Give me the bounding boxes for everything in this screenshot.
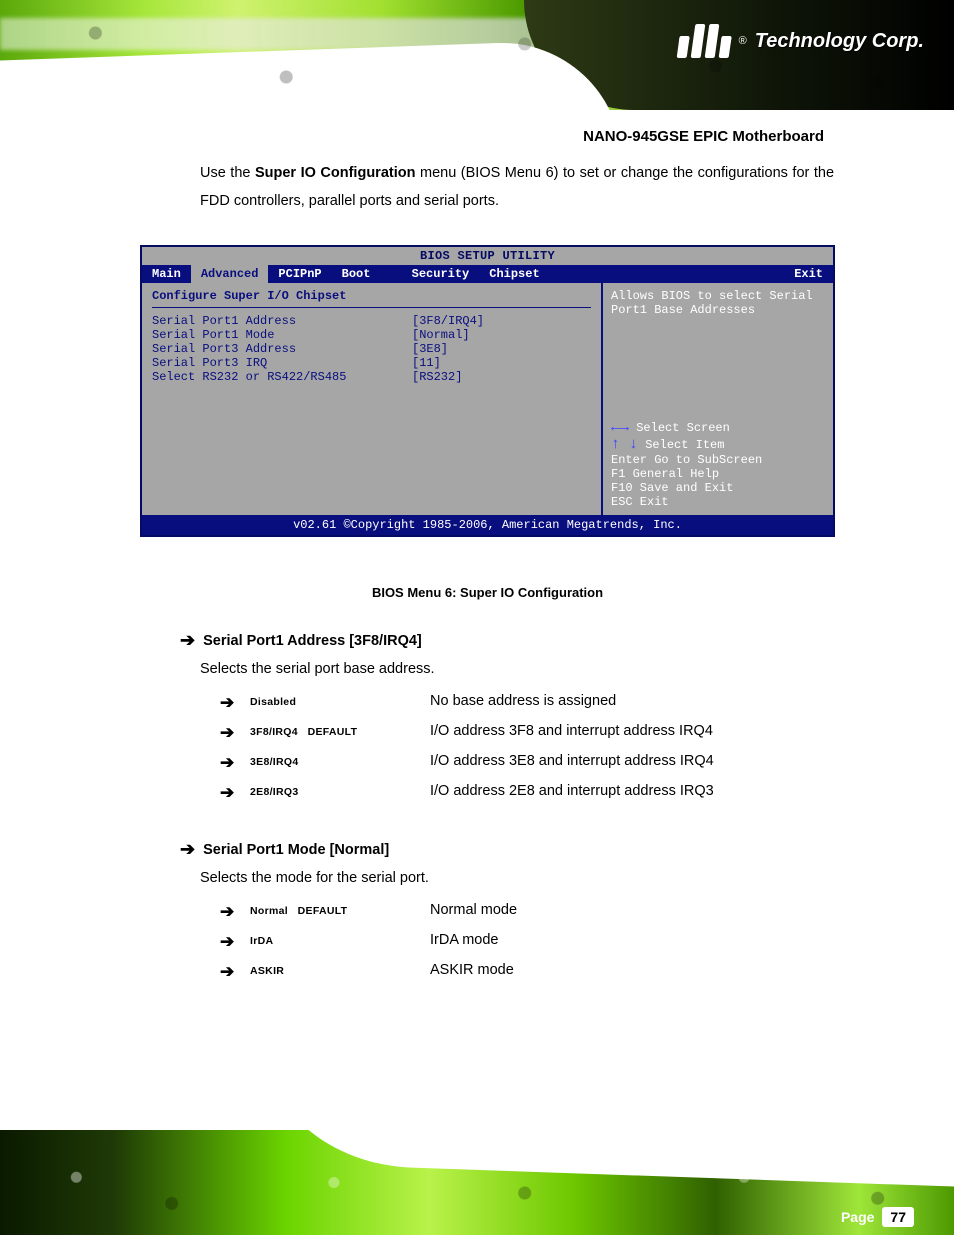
bottom-white-curve: [262, 1130, 954, 1188]
bios-item-value: [3E8]: [412, 342, 448, 356]
bios-item-label: Select RS232 or RS422/RS485: [152, 370, 412, 384]
intro-paragraph: Use the Super IO Configuration menu (BIO…: [200, 160, 834, 215]
option-name: 2E8/IRQ3: [250, 783, 430, 798]
bios-divider: [152, 307, 591, 308]
bios-item-row[interactable]: Serial Port3 IRQ [11]: [152, 356, 591, 370]
arrow-right-icon: ➔: [220, 902, 250, 922]
option-heading-text: Serial Port1 Address [3F8/IRQ4]: [203, 633, 422, 649]
bios-item-row[interactable]: Serial Port1 Address [3F8/IRQ4]: [152, 314, 591, 328]
intro-prefix: Use the: [200, 165, 255, 181]
option-desc: ASKIR mode: [430, 962, 514, 978]
iei-logo-icon: [676, 24, 733, 58]
page-label: Page: [841, 1209, 874, 1225]
option-heading: ➔ Serial Port1 Mode [Normal]: [180, 839, 834, 860]
arrow-right-icon: ➔: [220, 753, 250, 773]
arrow-right-icon: ➔: [180, 839, 195, 860]
arrow-right-icon: ➔: [220, 693, 250, 713]
brand-logo-block: ® Technology Corp.: [679, 24, 924, 58]
arrow-right-icon: ➔: [220, 723, 250, 743]
bios-panel: BIOS SETUP UTILITY Main Advanced PCIPnP …: [140, 245, 835, 537]
option-desc: I/O address 3E8 and interrupt address IR…: [430, 753, 714, 769]
arrow-left-right-icon: ←→: [611, 419, 629, 436]
option-name: IrDA: [250, 932, 430, 947]
intro-bold: Super IO Configuration: [255, 165, 415, 181]
product-heading: NANO-945GSE EPIC Motherboard: [583, 128, 824, 145]
option-row: ➔ 3F8/IRQ4 DEFAULT I/O address 3F8 and i…: [220, 723, 834, 743]
option-desc: No base address is assigned: [430, 693, 616, 709]
brand-text: Technology Corp.: [755, 30, 924, 53]
arrow-right-icon: ➔: [220, 962, 250, 982]
option-heading-text: Serial Port1 Mode [Normal]: [203, 842, 389, 858]
banner-white-curve: [0, 39, 622, 110]
bios-item-label: Serial Port1 Address: [152, 314, 412, 328]
option-row: ➔ IrDA IrDA mode: [220, 932, 834, 952]
option-name: ASKIR: [250, 962, 430, 977]
bios-tab-boot[interactable]: Boot: [332, 265, 402, 283]
option-desc: I/O address 2E8 and interrupt address IR…: [430, 783, 714, 799]
arrow-right-icon: ➔: [220, 932, 250, 952]
bios-right-pane: Allows BIOS to select Serial Port1 Base …: [603, 283, 833, 515]
option-desc: IrDA mode: [430, 932, 499, 948]
bios-tab-advanced[interactable]: Advanced: [191, 265, 269, 283]
option-row: ➔ Normal DEFAULT Normal mode: [220, 902, 834, 922]
option-row: ➔ 3E8/IRQ4 I/O address 3E8 and interrupt…: [220, 753, 834, 773]
bios-help-text: Allows BIOS to select Serial Port1 Base …: [611, 289, 825, 379]
page-number-strip: Page 77: [841, 1207, 914, 1227]
arrow-right-icon: ➔: [180, 630, 195, 651]
bios-item-value: [3F8/IRQ4]: [412, 314, 484, 328]
bios-panel-title: Configure Super I/O Chipset: [152, 289, 591, 303]
bios-caption: BIOS Menu 6: Super IO Configuration: [140, 575, 835, 604]
bios-tab-security[interactable]: Security: [402, 265, 480, 283]
option-row: ➔ 2E8/IRQ3 I/O address 2E8 and interrupt…: [220, 783, 834, 803]
bios-left-pane: Configure Super I/O Chipset Serial Port1…: [142, 283, 603, 515]
bios-tab-main[interactable]: Main: [142, 265, 191, 283]
arrow-right-icon: ➔: [220, 783, 250, 803]
option-values-table: ➔ Disabled No base address is assigned ➔…: [220, 693, 834, 803]
bios-item-label: Serial Port1 Mode: [152, 328, 412, 342]
option-description: Selects the serial port base address.: [200, 661, 834, 677]
bios-item-value: [Normal]: [412, 328, 470, 342]
registered-mark: ®: [739, 35, 747, 47]
top-banner: ® Technology Corp.: [0, 0, 954, 110]
option-heading: ➔ Serial Port1 Address [3F8/IRQ4]: [180, 630, 834, 651]
option-desc: I/O address 3F8 and interrupt address IR…: [430, 723, 713, 739]
page-number: 77: [882, 1207, 914, 1227]
option-name: 3F8/IRQ4 DEFAULT: [250, 723, 430, 738]
bios-item-value: [11]: [412, 356, 441, 370]
option-description: Selects the mode for the serial port.: [200, 870, 834, 886]
option-row: ➔ ASKIR ASKIR mode: [220, 962, 834, 982]
bios-tab-row: Main Advanced PCIPnP Boot Security Chips…: [142, 265, 833, 283]
option-name: Disabled: [250, 693, 430, 708]
bios-tab-exit[interactable]: Exit: [550, 265, 833, 283]
option-values-table: ➔ Normal DEFAULT Normal mode ➔ IrDA IrDA…: [220, 902, 834, 982]
arrow-up-down-icon: ↑ ↓: [611, 436, 638, 453]
banner-dark-curve: [524, 0, 954, 110]
options-block: ➔ Serial Port1 Address [3F8/IRQ4] Select…: [180, 610, 834, 992]
option-desc: Normal mode: [430, 902, 517, 918]
bios-item-row[interactable]: Select RS232 or RS422/RS485 [RS232]: [152, 370, 591, 384]
bios-item-label: Serial Port3 Address: [152, 342, 412, 356]
bios-item-value: [RS232]: [412, 370, 462, 384]
bios-item-label: Serial Port3 IRQ: [152, 356, 412, 370]
bios-tab-pcipnp[interactable]: PCIPnP: [268, 265, 331, 283]
bios-key-help: ←→ Select Screen ↑ ↓ Select Item Enter G…: [611, 419, 825, 509]
bios-titlebar: BIOS SETUP UTILITY: [142, 247, 833, 265]
bios-footer: v02.61 ©Copyright 1985-2006, American Me…: [142, 515, 833, 535]
option-name: Normal DEFAULT: [250, 902, 430, 917]
option-row: ➔ Disabled No base address is assigned: [220, 693, 834, 713]
bios-tab-chipset[interactable]: Chipset: [479, 265, 549, 283]
bottom-banner: Page 77: [0, 1130, 954, 1235]
bios-item-row[interactable]: Serial Port1 Mode [Normal]: [152, 328, 591, 342]
option-name: 3E8/IRQ4: [250, 753, 430, 768]
bios-item-row[interactable]: Serial Port3 Address [3E8]: [152, 342, 591, 356]
